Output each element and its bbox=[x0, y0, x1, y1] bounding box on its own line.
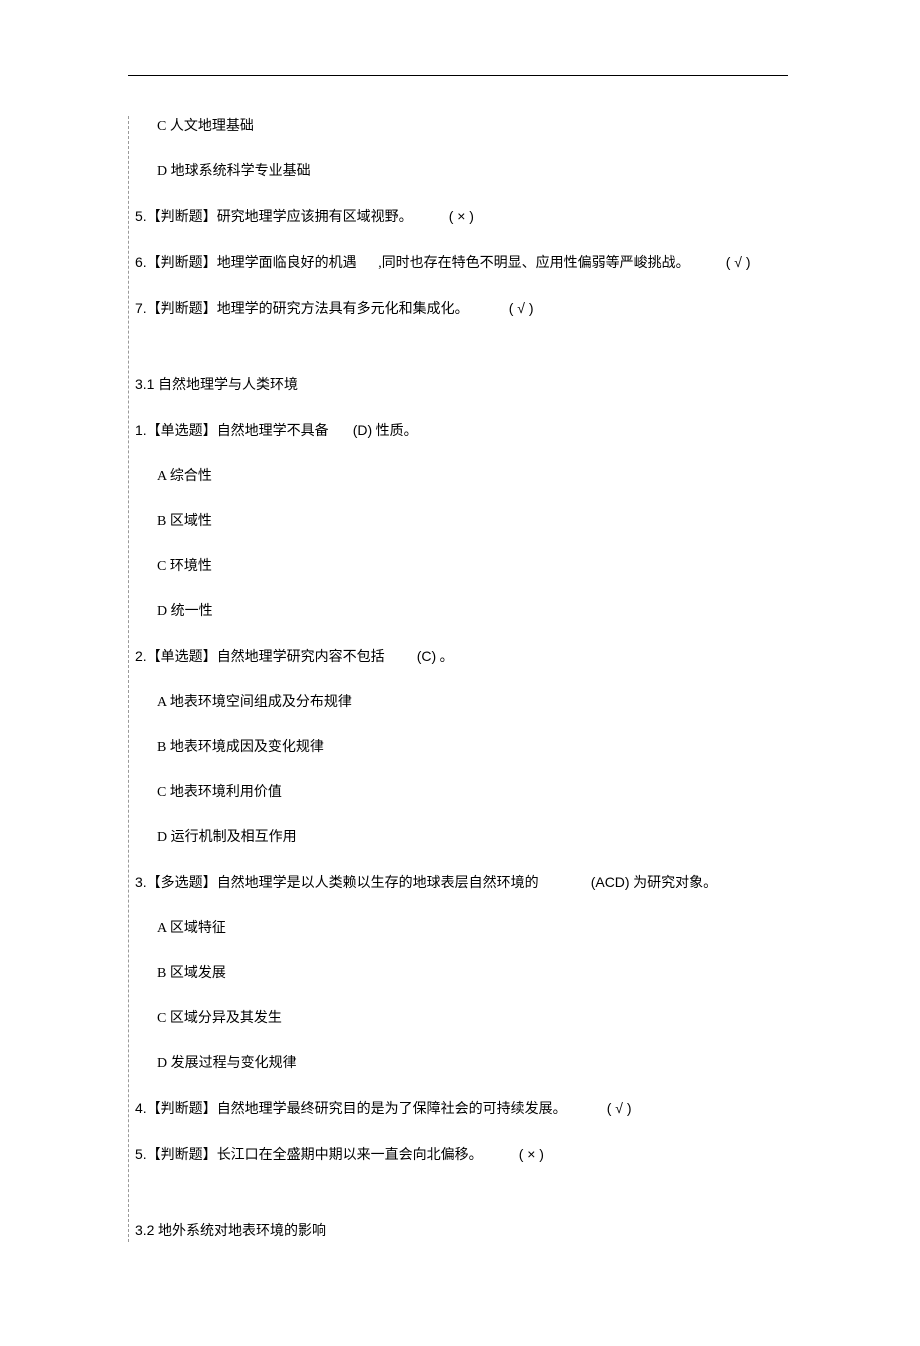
q-tag: 【判断题】 bbox=[147, 256, 217, 271]
option-d: D 统一性 bbox=[135, 601, 815, 622]
q-tag: 【单选题】 bbox=[147, 650, 217, 665]
option-c: C 人文地理基础 bbox=[135, 116, 815, 137]
option-d: D 运行机制及相互作用 bbox=[135, 827, 815, 848]
q-tag: 【判断题】 bbox=[147, 210, 217, 225]
q-text: 自然地理学是以人类赖以生存的地球表层自然环境的 bbox=[217, 876, 539, 891]
q-cont: ,同时也存在特色不明显、应用性偏弱等严峻挑战。 bbox=[375, 256, 690, 271]
s31-q1: 1.【单选题】自然地理学不具备 (D) 性质。 bbox=[135, 420, 815, 442]
q-text: 自然地理学研究内容不包括 bbox=[217, 650, 385, 665]
spacer bbox=[135, 1190, 815, 1220]
q-num: 3. bbox=[135, 874, 147, 890]
option-c: C 地表环境利用价值 bbox=[135, 782, 815, 803]
option-c: C 区域分异及其发生 bbox=[135, 1008, 815, 1029]
q-text: 长江口在全盛期中期以来一直会向北偏移。 bbox=[217, 1148, 483, 1163]
q-text: 地理学的研究方法具有多元化和集成化。 bbox=[217, 302, 469, 317]
option-a: A 地表环境空间组成及分布规律 bbox=[135, 692, 815, 713]
content-area: C 人文地理基础 D 地球系统科学专业基础 5.【判断题】研究地理学应该拥有区域… bbox=[128, 116, 815, 1242]
option-d: D 发展过程与变化规律 bbox=[135, 1053, 815, 1074]
q-suffix: 为研究对象。 bbox=[630, 876, 718, 891]
q-suffix: 性质。 bbox=[376, 424, 418, 439]
option-a: A 区域特征 bbox=[135, 918, 815, 939]
q-num: 1. bbox=[135, 422, 147, 438]
q-num: 5. bbox=[135, 1146, 147, 1162]
s31-q4: 4.【判断题】自然地理学最终研究目的是为了保障社会的可持续发展。 ( √ ) bbox=[135, 1098, 815, 1120]
q-tag: 【判断题】 bbox=[147, 1148, 217, 1163]
q-num: 5. bbox=[135, 208, 147, 224]
option-b: B 区域发展 bbox=[135, 963, 815, 984]
question-7: 7.【判断题】地理学的研究方法具有多元化和集成化。 ( √ ) bbox=[135, 298, 815, 320]
spacer bbox=[135, 344, 815, 374]
q-num: 4. bbox=[135, 1100, 147, 1116]
option-b: B 地表环境成因及变化规律 bbox=[135, 737, 815, 758]
s31-q2: 2.【单选题】自然地理学研究内容不包括 (C) 。 bbox=[135, 646, 815, 668]
sec-num: 3.1 bbox=[135, 376, 154, 392]
section-3-1-title: 3.1 3.1 自然地理学与人类环境自然地理学与人类环境 bbox=[135, 374, 815, 396]
q-tag: 【判断题】 bbox=[147, 302, 217, 317]
q-answer: ( √ ) bbox=[726, 254, 751, 270]
sec-text: 地外系统对地表环境的影响 bbox=[158, 1224, 326, 1239]
q-num: 2. bbox=[135, 648, 147, 664]
sec-text-visible: 自然地理学与人类环境 bbox=[158, 378, 298, 393]
q-answer: (ACD) bbox=[591, 874, 630, 890]
q-answer: (C) bbox=[417, 648, 436, 664]
q-answer: ( × ) bbox=[449, 208, 474, 224]
q-tag: 【多选题】 bbox=[147, 876, 217, 891]
q-answer: ( √ ) bbox=[607, 1100, 632, 1116]
section-3-2-title: 3.2 地外系统对地表环境的影响 bbox=[135, 1220, 815, 1242]
question-6: 6.【判断题】地理学面临良好的机遇 ,同时也存在特色不明显、应用性偏弱等严峻挑战… bbox=[135, 252, 815, 274]
option-d: D 地球系统科学专业基础 bbox=[135, 161, 815, 182]
q-answer: ( √ ) bbox=[509, 300, 534, 316]
page: C 人文地理基础 D 地球系统科学专业基础 5.【判断题】研究地理学应该拥有区域… bbox=[0, 0, 920, 1346]
option-b: B 区域性 bbox=[135, 511, 815, 532]
q-tag: 【单选题】 bbox=[147, 424, 217, 439]
q-answer: ( × ) bbox=[519, 1146, 544, 1162]
q-answer: (D) bbox=[353, 422, 372, 438]
question-5: 5.【判断题】研究地理学应该拥有区域视野。 ( × ) bbox=[135, 206, 815, 228]
q-text: 自然地理学不具备 bbox=[217, 424, 329, 439]
option-c: C 环境性 bbox=[135, 556, 815, 577]
s31-q5: 5.【判断题】长江口在全盛期中期以来一直会向北偏移。 ( × ) bbox=[135, 1144, 815, 1166]
q-num: 7. bbox=[135, 300, 147, 316]
option-a: A 综合性 bbox=[135, 466, 815, 487]
header-rule bbox=[128, 75, 788, 76]
q-text: 地理学面临良好的机遇 bbox=[217, 256, 357, 271]
q-tag: 【判断题】 bbox=[147, 1102, 217, 1117]
q-text: 研究地理学应该拥有区域视野。 bbox=[217, 210, 413, 225]
q-suffix: 。 bbox=[440, 650, 454, 665]
q-num: 6. bbox=[135, 254, 147, 270]
sec-num: 3.2 bbox=[135, 1222, 154, 1238]
q-text: 自然地理学最终研究目的是为了保障社会的可持续发展。 bbox=[217, 1102, 567, 1117]
s31-q3: 3.【多选题】自然地理学是以人类赖以生存的地球表层自然环境的 (ACD) 为研究对… bbox=[135, 872, 815, 894]
